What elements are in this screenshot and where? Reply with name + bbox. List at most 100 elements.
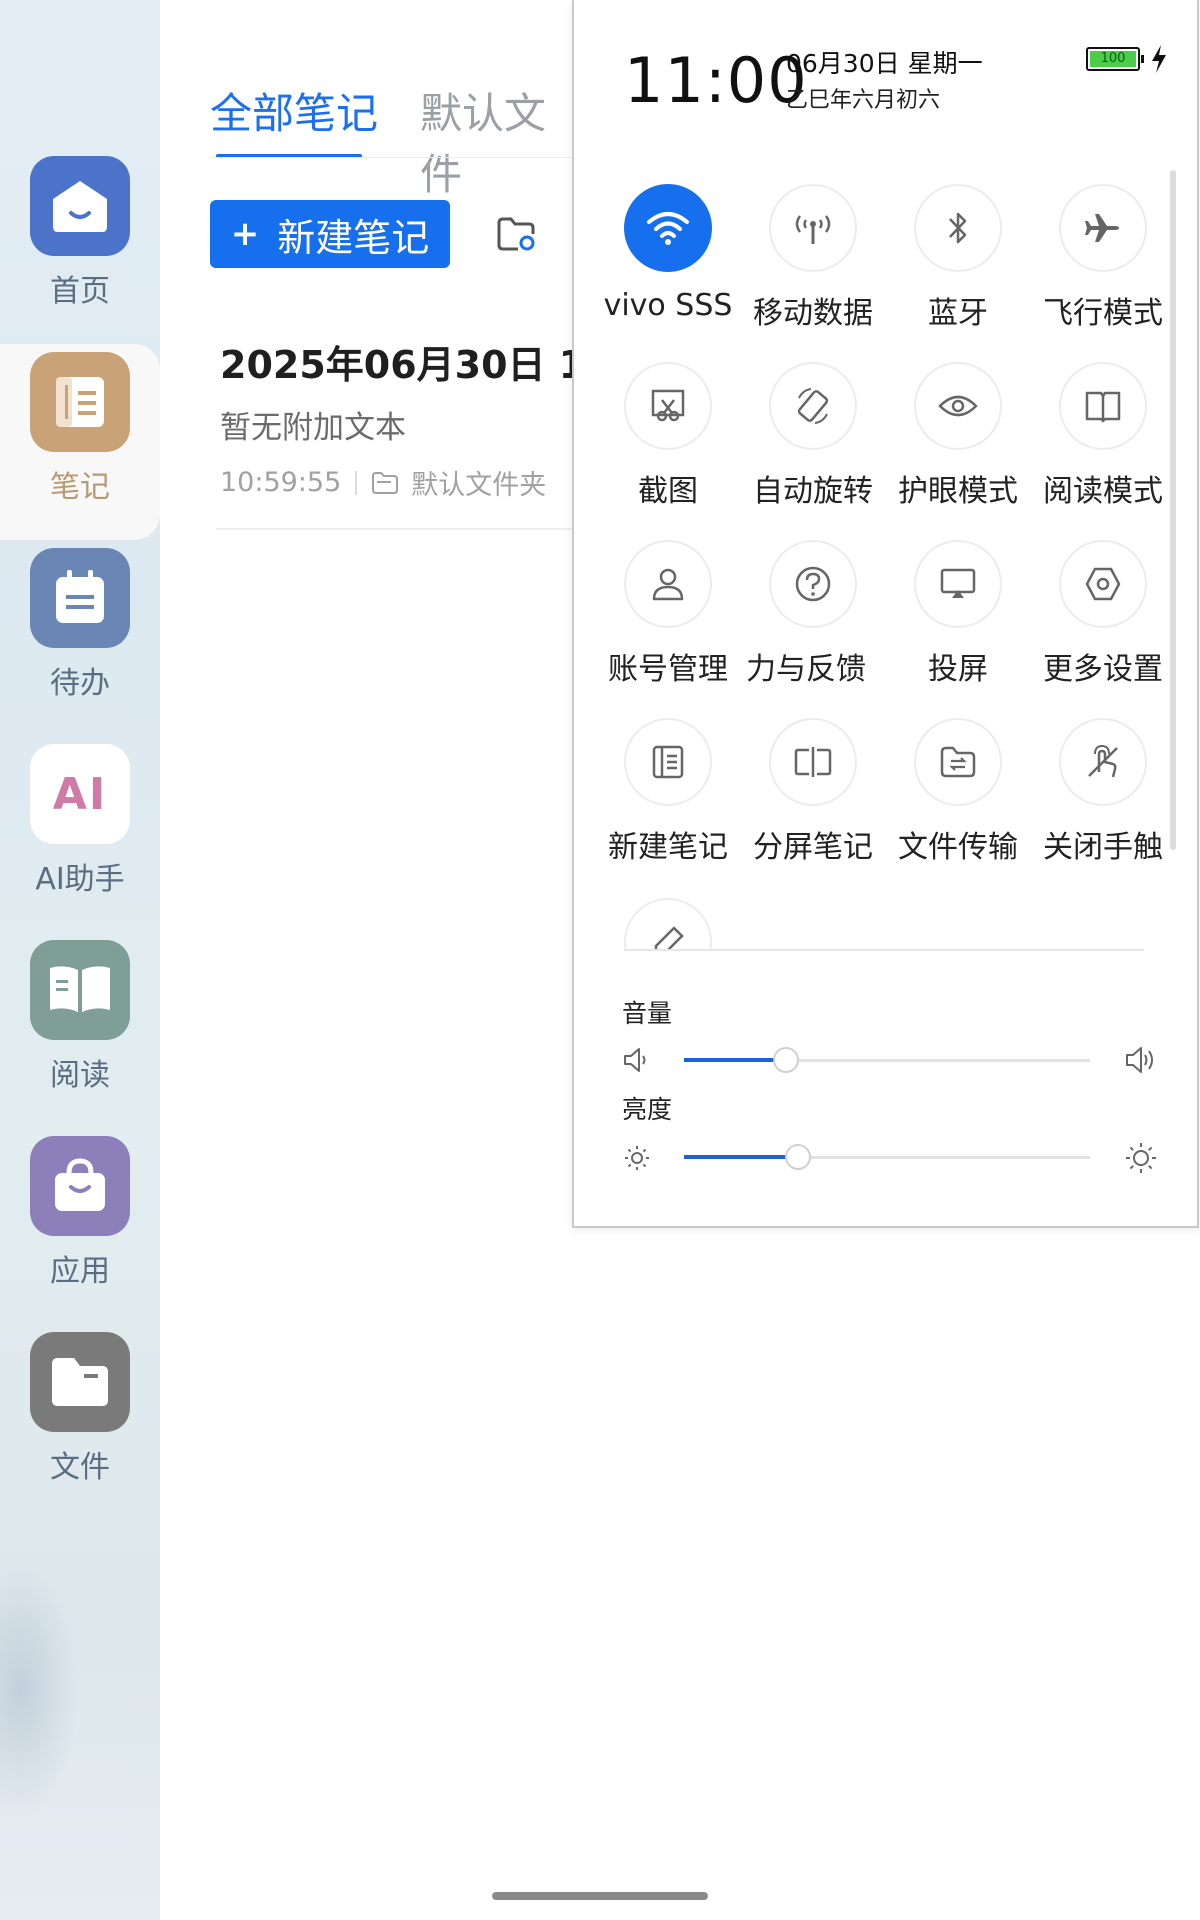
notes-tabs: 全部笔记 默认文件: [210, 80, 580, 199]
brightness-slider[interactable]: [622, 1137, 1162, 1177]
tile-reading-mode[interactable]: 阅读模式: [1029, 362, 1177, 522]
tile-account[interactable]: 账号管理: [594, 540, 742, 700]
touch-off-icon: [1059, 718, 1147, 806]
panel-fade: [614, 950, 1174, 1000]
mobile-data-icon: [769, 184, 857, 272]
tile-label: 护眼模式: [898, 474, 1018, 509]
sidebar-item-reading[interactable]: 阅读: [0, 940, 160, 1136]
split-note-icon: [769, 718, 857, 806]
sidebar-item-todo[interactable]: 待办: [0, 548, 160, 744]
settings-icon: [1059, 540, 1147, 628]
ai-logo-text: AI: [52, 768, 108, 820]
tile-file-transfer[interactable]: 文件传输: [884, 718, 1032, 878]
bluetooth-icon: [914, 184, 1002, 272]
new-note-icon: [624, 718, 712, 806]
tile-label: 文件传输: [898, 830, 1018, 865]
note-folder: 默认文件夹: [411, 470, 547, 501]
brightness-high-icon[interactable]: [1124, 1141, 1158, 1175]
screenshot-icon: [624, 362, 712, 450]
calendar-icon: [30, 548, 130, 648]
file-transfer-icon: [914, 718, 1002, 806]
sidebar: 首页 笔记 待办 AI AI助手 阅读 应用 文件: [0, 0, 160, 1920]
sidebar-item-label: 笔记: [50, 470, 110, 505]
tile-split-note[interactable]: 分屏笔记: [739, 718, 887, 878]
sidebar-item-label: 待办: [50, 666, 110, 701]
ai-icon: AI: [30, 744, 130, 844]
tile-new-note[interactable]: 新建笔记: [594, 718, 742, 878]
cast-icon: [914, 540, 1002, 628]
tile-eye-care[interactable]: 护眼模式: [884, 362, 1032, 522]
tile-airplane[interactable]: 飞行模式: [1029, 184, 1177, 344]
tab-default-folder[interactable]: 默认文件: [420, 80, 580, 202]
sidebar-item-apps[interactable]: 应用: [0, 1136, 160, 1332]
rotate-icon: [769, 362, 857, 450]
tile-label: 移动数据: [753, 296, 873, 331]
sidebar-item-label: 首页: [50, 274, 110, 309]
tile-cast[interactable]: 投屏: [884, 540, 1032, 700]
brightness-progress: [684, 1155, 798, 1159]
tile-label: vivo SSS: [603, 288, 733, 323]
airplane-icon: [1059, 184, 1147, 272]
tile-label: 投屏: [928, 652, 988, 687]
tile-more-settings[interactable]: 更多设置: [1029, 540, 1177, 700]
folder-icon: [30, 1332, 130, 1432]
account-icon: [624, 540, 712, 628]
brightness-thumb[interactable]: [784, 1144, 811, 1170]
tile-label: 更多设置: [1043, 652, 1163, 687]
note-icon: [30, 352, 130, 452]
tab-all-notes[interactable]: 全部笔记: [210, 80, 378, 141]
note-preview: 暂无附加文本: [220, 410, 406, 446]
sidebar-item-label: 阅读: [50, 1058, 110, 1093]
wifi-icon: [624, 184, 712, 272]
new-note-button[interactable]: + 新建笔记: [210, 200, 450, 268]
tile-auto-rotate[interactable]: 自动旋转: [739, 362, 887, 522]
volume-title: 音量: [622, 999, 673, 1028]
folder-small-icon: [372, 471, 399, 494]
help-icon: [769, 540, 857, 628]
tile-label: 截图: [638, 474, 698, 509]
folder-settings-icon[interactable]: [496, 214, 536, 254]
book-icon: [30, 940, 130, 1040]
volume-slider[interactable]: [622, 1040, 1162, 1080]
meta-separator: [355, 470, 358, 495]
tile-help-feedback[interactable]: 力与反馈: [739, 540, 887, 700]
note-divider: [216, 528, 580, 530]
tabs-divider: [210, 157, 580, 158]
home-icon: [30, 156, 130, 256]
clock: 11:00: [624, 44, 808, 117]
sidebar-item-label: AI助手: [35, 862, 125, 897]
plus-icon: +: [230, 214, 260, 254]
tile-touch-off[interactable]: 关闭手触: [1029, 718, 1177, 878]
tile-wifi[interactable]: vivo SSS: [594, 184, 742, 344]
note-title[interactable]: 2025年06月30日 10:: [220, 334, 627, 389]
sidebar-item-notes[interactable]: 笔记: [0, 344, 160, 540]
new-note-button-label: 新建笔记: [277, 215, 430, 260]
bag-icon: [30, 1136, 130, 1236]
volume-thumb[interactable]: [772, 1047, 799, 1073]
tile-label: 飞行模式: [1043, 296, 1163, 331]
home-indicator[interactable]: [492, 1892, 708, 1900]
tile-screenshot[interactable]: 截图: [594, 362, 742, 522]
panel-divider: [624, 949, 1144, 951]
tile-label: 账号管理: [608, 652, 728, 687]
tile-bluetooth[interactable]: 蓝牙: [884, 184, 1032, 344]
volume-progress: [684, 1058, 786, 1062]
tile-label: 力与反馈: [746, 652, 866, 687]
tile-label: 关闭手触: [1043, 830, 1163, 865]
sidebar-item-ai[interactable]: AI AI助手: [0, 744, 160, 940]
quick-settings-panel: 11:00 06月30日 星期一 乙巳年六月初六 100 vivo SSS 移动…: [572, 0, 1199, 1228]
volume-low-icon[interactable]: [622, 1046, 652, 1074]
sidebar-item-home[interactable]: 首页: [0, 156, 160, 352]
reading-mode-icon: [1059, 362, 1147, 450]
tile-label: 自动旋转: [753, 474, 873, 509]
tile-label: 分屏笔记: [753, 830, 873, 865]
brightness-low-icon[interactable]: [622, 1143, 652, 1173]
tile-mobile-data[interactable]: 移动数据: [739, 184, 887, 344]
sidebar-item-label: 应用: [50, 1254, 110, 1289]
sidebar-item-files[interactable]: 文件: [0, 1332, 160, 1528]
note-time: 10:59:55: [220, 467, 342, 498]
volume-high-icon[interactable]: [1124, 1044, 1158, 1076]
tile-label: 阅读模式: [1043, 474, 1163, 509]
brightness-title: 亮度: [622, 1095, 673, 1124]
lunar-date: 乙巳年六月初六: [786, 88, 941, 113]
